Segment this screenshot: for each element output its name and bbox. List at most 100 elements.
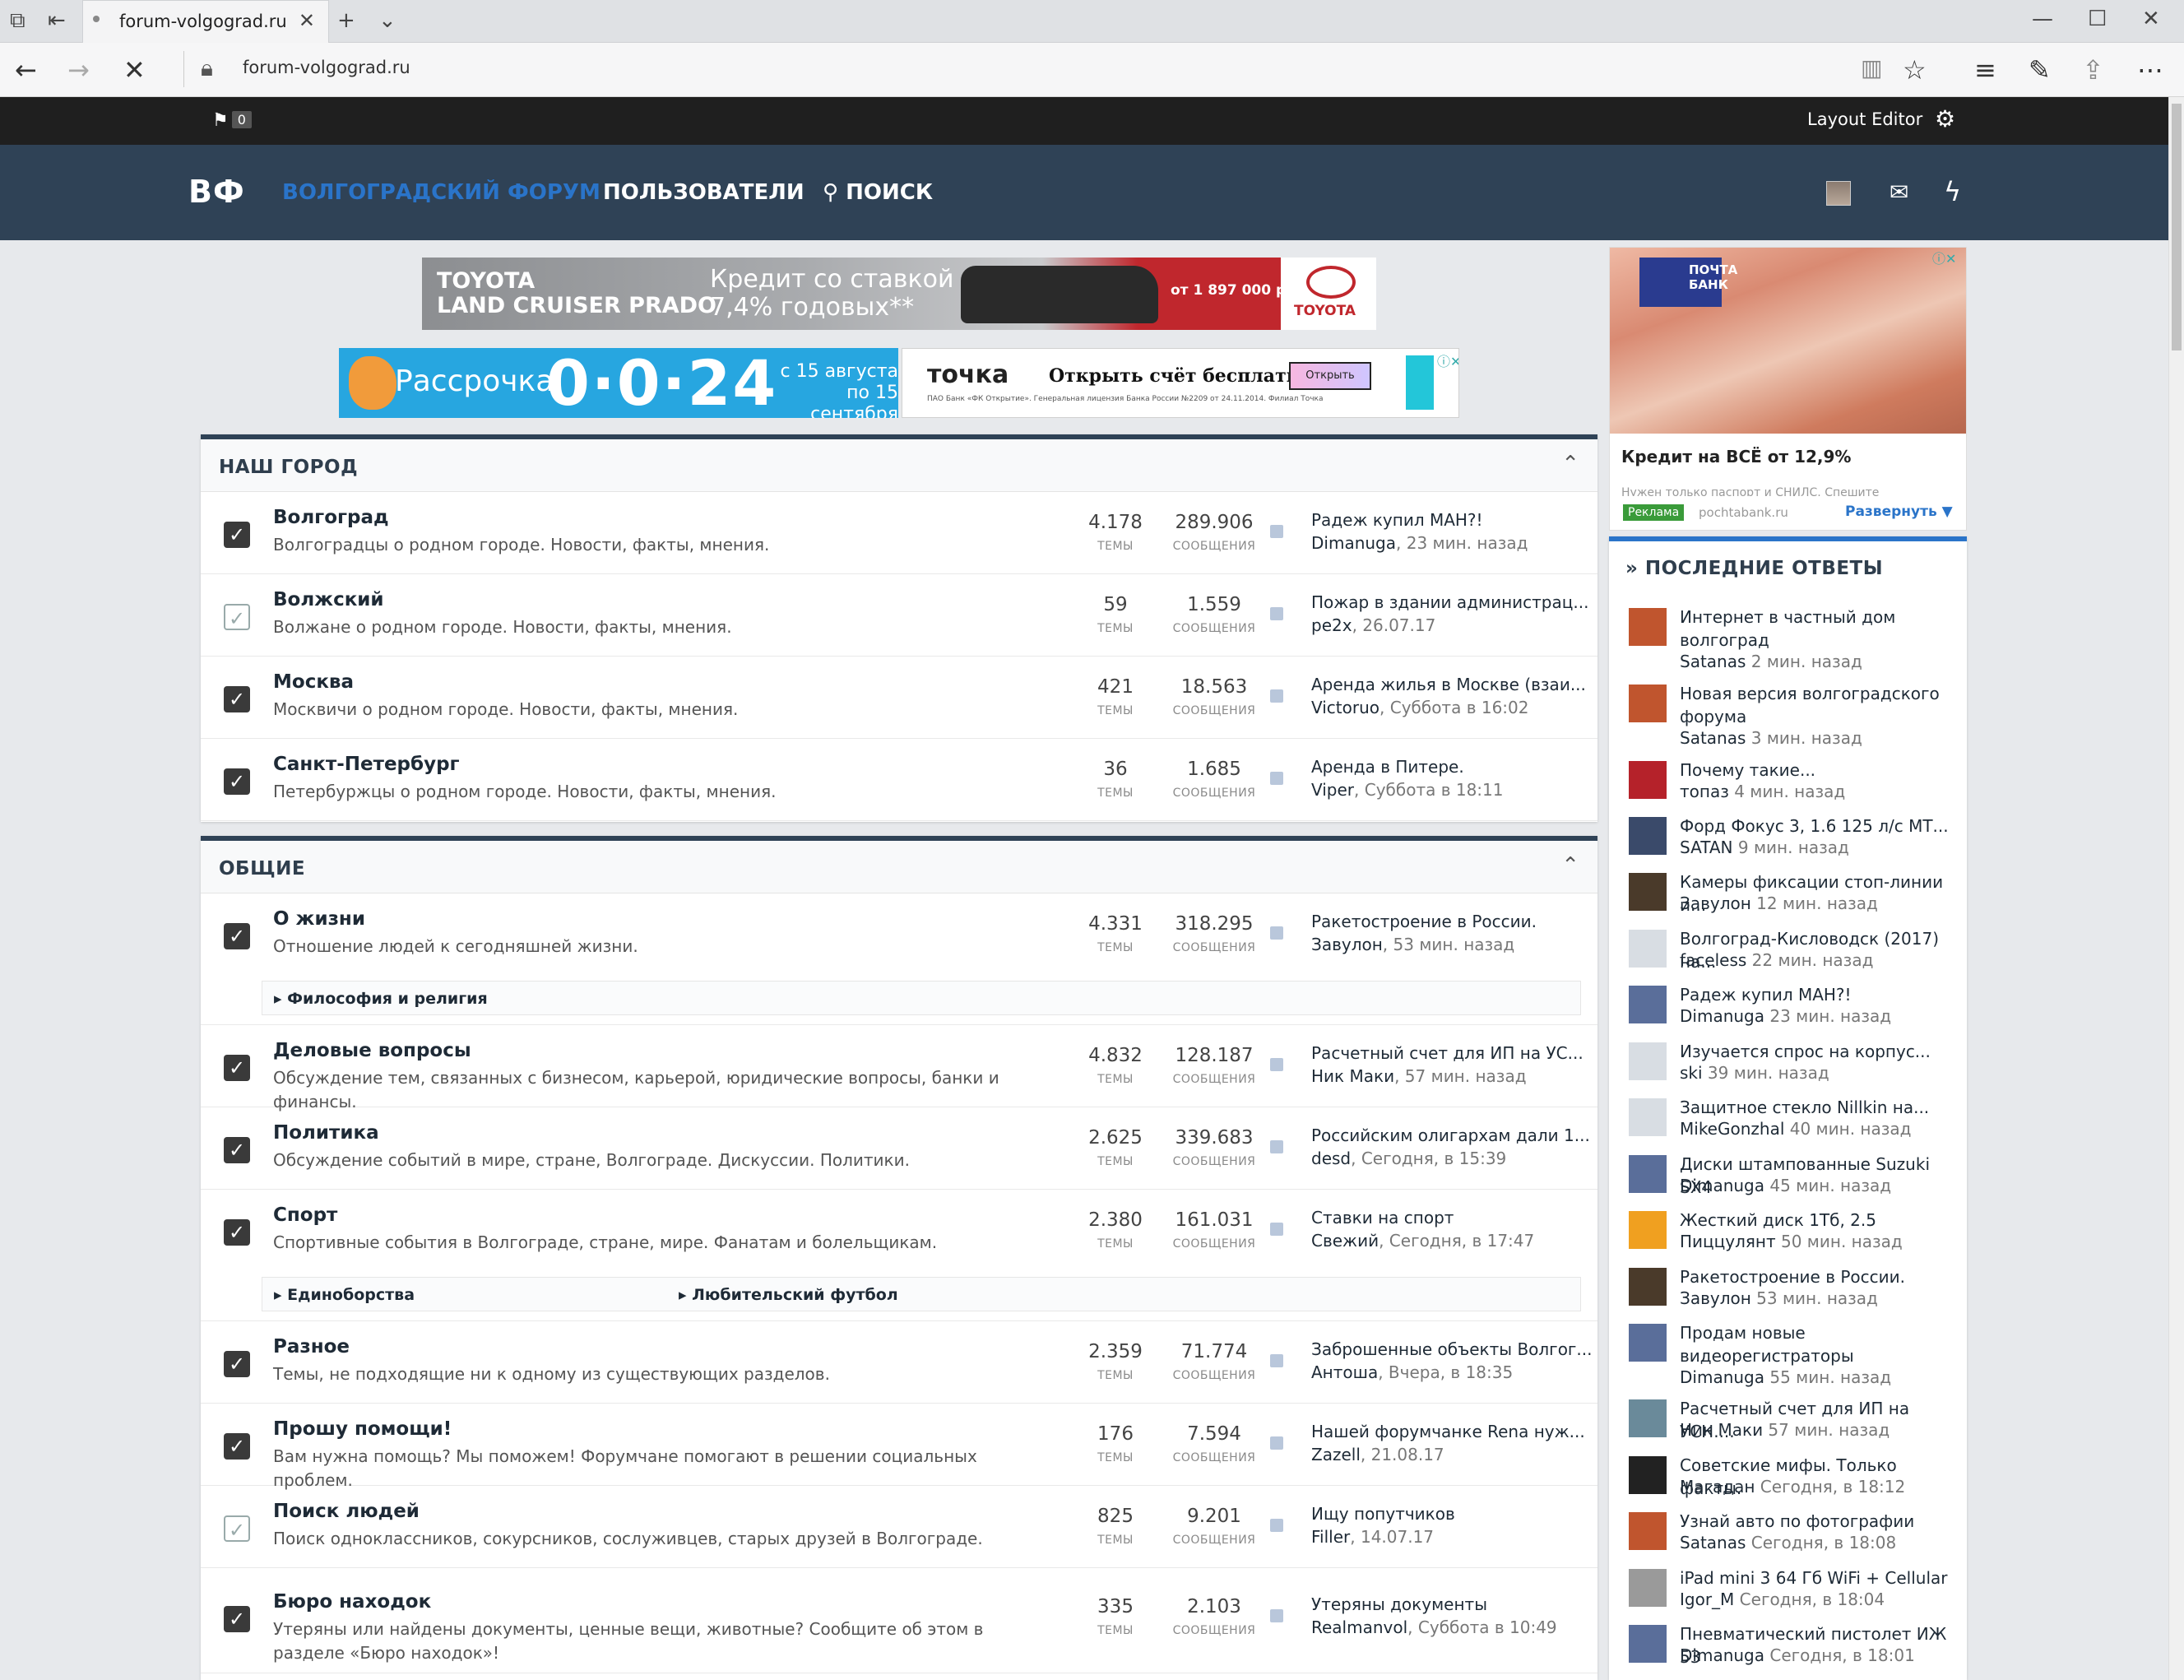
forum-name-link[interactable]: Прошу помощи! <box>273 1418 452 1440</box>
user-avatar[interactable] <box>1629 817 1667 855</box>
browser-tab[interactable]: forum-volgograd.ru ✕ <box>82 0 329 43</box>
set-aside-tabs-icon[interactable]: ⇤ <box>48 8 66 33</box>
close-tab-icon[interactable]: ✕ <box>299 9 315 32</box>
collapse-chevron-icon[interactable]: ⌃ <box>1561 452 1579 476</box>
scrollbar-thumb[interactable] <box>2172 104 2182 350</box>
minimize-icon[interactable]: — <box>2032 7 2053 31</box>
forum-name-link[interactable]: Бюро находок <box>273 1591 431 1613</box>
recent-reply-user-link[interactable]: SATAN <box>1680 838 1733 857</box>
new-tab-icon[interactable]: + <box>337 8 355 33</box>
subforum-link[interactable]: ▸ Философия и религия <box>274 990 488 1008</box>
user-avatar[interactable] <box>1629 1456 1667 1494</box>
recent-reply-user-link[interactable]: faceless <box>1680 950 1746 970</box>
recent-reply-title-link[interactable]: Почему такие... <box>1680 759 1951 782</box>
recent-reply-user-link[interactable]: Ник Маки <box>1680 1420 1763 1440</box>
ad-tochka-open-button[interactable]: Открыть <box>1289 362 1371 390</box>
forum-name-link[interactable]: Деловые вопросы <box>273 1040 471 1061</box>
last-post-title-link[interactable]: Утеряны документы <box>1311 1594 1487 1614</box>
rss-icon[interactable] <box>1270 772 1283 785</box>
site-logo[interactable]: ВФ <box>188 174 245 210</box>
subforum-link[interactable]: ▸ Единоборства <box>274 1286 415 1304</box>
user-avatar[interactable] <box>1629 1569 1667 1607</box>
user-avatar[interactable] <box>1629 1625 1667 1663</box>
ad-close-icon[interactable]: ⓘ✕ <box>1932 248 1956 267</box>
recent-reply-user-link[interactable]: MikeGonzhal <box>1680 1119 1784 1139</box>
last-post-title-link[interactable]: Российским олигархам дали 1... <box>1311 1125 1590 1145</box>
last-post-title-link[interactable]: Радеж купил МАН?! <box>1311 510 1483 530</box>
user-avatar[interactable] <box>1629 1042 1667 1080</box>
last-post-title-link[interactable]: Пожар в здании администрац... <box>1311 592 1588 612</box>
recent-reply-title-link[interactable]: Жесткий диск 1Тб, 2.5 <box>1680 1209 1951 1232</box>
favorite-star-icon[interactable]: ☆ <box>1903 54 1927 86</box>
user-avatar[interactable] <box>1629 1098 1667 1136</box>
layout-editor-link[interactable]: Layout Editor <box>1807 109 1922 129</box>
forum-name-link[interactable]: О жизни <box>273 908 365 930</box>
last-post-title-link[interactable]: Заброшенные объекты Волгог... <box>1311 1339 1593 1359</box>
rss-icon[interactable] <box>1270 1140 1283 1153</box>
last-post-title-link[interactable]: Аренда в Питере. <box>1311 757 1464 777</box>
alerts-bolt-icon[interactable]: ϟ <box>1944 176 1961 207</box>
recent-reply-title-link[interactable]: iPad mini 3 64 Гб WiFi + Cellular <box>1680 1566 1951 1590</box>
user-avatar[interactable] <box>1629 1211 1667 1249</box>
ad-banner-rassrochka[interactable]: Рассрочка 0·0·24 с 15 августа по 15 сентя… <box>339 348 898 418</box>
flags-button[interactable]: ⚑ 0 <box>212 110 252 131</box>
recent-reply-title-link[interactable]: Изучается спрос на корпус... <box>1680 1040 1951 1063</box>
last-post-user-link[interactable]: Realmanvol <box>1311 1617 1407 1637</box>
recent-reply-title-link[interactable]: Форд Фокус 3, 1.6 125 л/с МТ... <box>1680 814 1951 838</box>
rss-icon[interactable] <box>1270 525 1283 538</box>
recent-reply-user-link[interactable]: ski <box>1680 1063 1703 1083</box>
recent-reply-user-link[interactable]: Пиццулянт <box>1680 1232 1776 1251</box>
reading-view-icon[interactable]: ▥ <box>1861 54 1882 81</box>
last-post-user-link[interactable]: Viper <box>1311 780 1354 800</box>
last-post-user-link[interactable]: Victoruo <box>1311 698 1379 717</box>
tab-list-chevron-icon[interactable]: ⌄ <box>378 8 396 33</box>
recent-reply-user-link[interactable]: Завулон <box>1680 893 1751 913</box>
last-post-user-link[interactable]: Dimanuga <box>1311 533 1396 553</box>
last-post-title-link[interactable]: Аренда жилья в Москве (взаи... <box>1311 675 1586 694</box>
forum-name-link[interactable]: Политика <box>273 1122 379 1144</box>
rss-icon[interactable] <box>1270 1354 1283 1367</box>
nav-users[interactable]: ПОЛЬЗОВАТЕЛИ <box>603 180 805 205</box>
last-post-user-link[interactable]: Filler <box>1311 1527 1350 1547</box>
last-post-title-link[interactable]: Ищу попутчиков <box>1311 1504 1455 1524</box>
recent-reply-title-link[interactable]: Новая версия волгоградского форума <box>1680 682 1951 728</box>
recent-reply-title-link[interactable]: Продам новые видеорегистраторы <box>1680 1321 1951 1367</box>
forward-icon[interactable]: → <box>67 54 90 86</box>
last-post-title-link[interactable]: Ставки на спорт <box>1311 1208 1454 1228</box>
user-avatar[interactable] <box>1629 761 1667 799</box>
last-post-title-link[interactable]: Расчетный счет для ИП на УС... <box>1311 1043 1584 1063</box>
forum-name-link[interactable]: Спорт <box>273 1204 337 1226</box>
recent-reply-title-link[interactable]: Узнай авто по фотографии <box>1680 1510 1951 1533</box>
web-note-icon[interactable]: ✎ <box>2029 54 2051 86</box>
forum-name-link[interactable]: Санкт-Петербург <box>273 754 460 775</box>
forum-name-link[interactable]: Разное <box>273 1336 350 1357</box>
ad-close-icon[interactable]: ⓘ✕ <box>1437 350 1458 370</box>
ad-sidebar-pochtabank[interactable]: ПОЧТА БАНК ⓘ✕ Кредит на ВСЁ от 12,9% Нуж… <box>1609 247 1967 531</box>
rss-icon[interactable] <box>1270 1436 1283 1450</box>
last-post-user-link[interactable]: desd <box>1311 1149 1351 1168</box>
ad-banner-tochka[interactable]: точка Открыть счёт бесплатно Открыть ПАО… <box>902 348 1459 418</box>
rss-icon[interactable] <box>1270 689 1283 703</box>
recent-reply-user-link[interactable]: Satanas <box>1680 652 1746 671</box>
last-post-title-link[interactable]: Нашей форумчанке Rena нуж... <box>1311 1422 1585 1441</box>
rss-icon[interactable] <box>1270 926 1283 940</box>
recent-reply-user-link[interactable]: Satanas <box>1680 1533 1746 1552</box>
user-avatar[interactable] <box>1629 685 1667 722</box>
last-post-user-link[interactable]: Zazell <box>1311 1445 1361 1464</box>
user-avatar[interactable] <box>1629 608 1667 646</box>
recent-reply-user-link[interactable]: Igor_M <box>1680 1590 1734 1609</box>
forum-name-link[interactable]: Волжский <box>273 589 384 610</box>
recent-reply-title-link[interactable]: Интернет в частный дом волгоград <box>1680 606 1951 652</box>
rss-icon[interactable] <box>1270 607 1283 620</box>
recent-reply-user-link[interactable]: Dimanuga <box>1680 1176 1764 1195</box>
user-avatar[interactable] <box>1629 873 1667 911</box>
share-icon[interactable]: ⇪ <box>2082 54 2104 86</box>
nav-search[interactable]: ⚲ ПОИСК <box>823 180 933 205</box>
ad-expand-link[interactable]: Развернуть ▼ <box>1845 504 1953 520</box>
stop-icon[interactable]: ✕ <box>123 54 146 86</box>
subforum-link[interactable]: ▸ Любительский футбол <box>679 1286 898 1304</box>
forum-name-link[interactable]: Волгоград <box>273 507 389 528</box>
page-scrollbar[interactable] <box>2168 97 2184 1680</box>
user-avatar[interactable] <box>1629 1512 1667 1550</box>
recent-reply-user-link[interactable]: Dimanuga <box>1680 1367 1764 1387</box>
